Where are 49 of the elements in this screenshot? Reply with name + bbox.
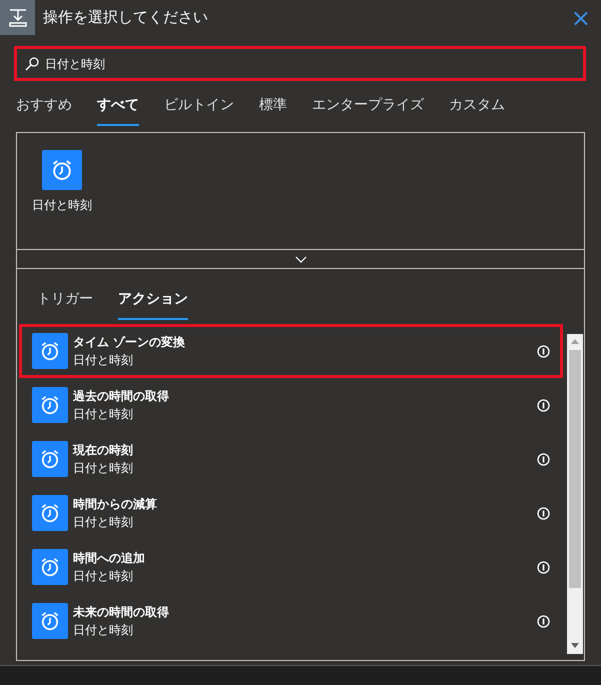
alarm-clock-icon: [32, 387, 68, 423]
action-item[interactable]: 時間からの減算 日付と時刻: [19, 486, 563, 540]
info-icon[interactable]: [537, 506, 550, 520]
scrollbar[interactable]: [567, 334, 583, 654]
action-item[interactable]: 未来の時間の取得 日付と時刻: [19, 594, 563, 648]
insert-step-icon: [0, 0, 35, 35]
connector-button[interactable]: 日付と時刻: [33, 150, 91, 214]
close-button[interactable]: ×: [560, 6, 601, 30]
action-item[interactable]: 現在の時刻 日付と時刻: [19, 432, 563, 486]
chevron-down-icon[interactable]: [294, 256, 306, 262]
alarm-clock-icon: [32, 441, 68, 477]
info-icon[interactable]: [537, 560, 550, 574]
action-item[interactable]: 過去の時間の取得 日付と時刻: [19, 378, 563, 432]
category-tab[interactable]: すべて: [97, 89, 139, 126]
action-title: 過去の時間の取得: [73, 388, 170, 405]
connector-name: 日付と時刻: [73, 568, 134, 585]
connector-name: 日付と時刻: [73, 622, 134, 639]
connector-name: 日付と時刻: [73, 460, 134, 477]
search-input[interactable]: 日付と時刻: [45, 54, 583, 72]
action-title: 時間からの減算: [73, 496, 158, 513]
alarm-clock-icon: [32, 333, 68, 369]
alarm-clock-icon: [32, 495, 68, 531]
scroll-down-icon[interactable]: [571, 643, 579, 649]
action-title: 未来の時間の取得: [73, 604, 170, 621]
action-title: タイム ゾーンの変換: [73, 334, 186, 351]
search-icon: [25, 56, 39, 70]
info-icon[interactable]: [537, 452, 550, 466]
info-icon[interactable]: [537, 344, 550, 358]
alarm-clock-icon: [42, 150, 82, 190]
category-tab[interactable]: 標準: [259, 89, 287, 126]
info-icon[interactable]: [537, 398, 550, 412]
category-tab[interactable]: エンタープライズ: [312, 89, 424, 126]
dialog-title: 操作を選択してください: [43, 7, 209, 28]
action-item[interactable]: 時間への追加 日付と時刻: [19, 540, 563, 594]
action-title: 現在の時刻: [73, 442, 134, 459]
action-title: 時間への追加: [73, 550, 146, 567]
connector-name: 日付と時刻: [73, 514, 134, 531]
connector-name: 日付と時刻: [73, 406, 134, 423]
action-tab[interactable]: トリガー: [37, 283, 93, 320]
action-tab[interactable]: アクション: [118, 283, 188, 320]
search-field[interactable]: 日付と時刻: [14, 46, 586, 81]
alarm-clock-icon: [32, 603, 68, 639]
action-item[interactable]: タイム ゾーンの変換 日付と時刻: [19, 324, 563, 378]
alarm-clock-icon: [32, 549, 68, 585]
info-icon[interactable]: [537, 614, 550, 628]
category-tab[interactable]: カスタム: [449, 89, 505, 126]
category-tab[interactable]: おすすめ: [16, 89, 72, 126]
connector-name: 日付と時刻: [73, 352, 134, 369]
category-tab[interactable]: ビルトイン: [164, 89, 234, 126]
